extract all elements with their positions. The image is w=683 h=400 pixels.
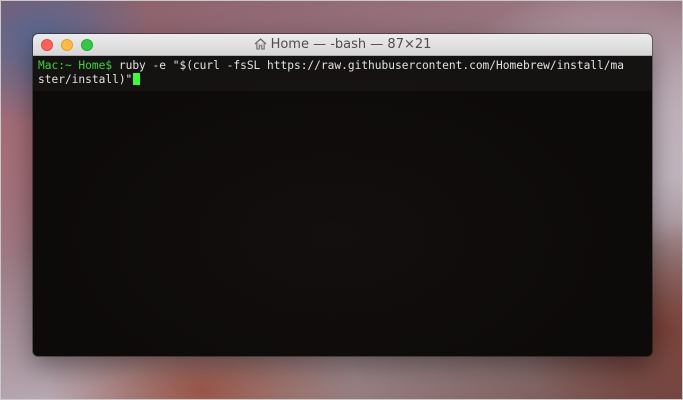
- home-icon: [254, 38, 267, 55]
- shell-prompt: Mac:~ Home$: [38, 59, 113, 72]
- window-title: Home — -bash — 87×21: [33, 37, 652, 55]
- desktop-background: Home — -bash — 87×21 Mac:~ Home$ ruby -e…: [0, 0, 683, 400]
- command-text-2: ster/install)": [38, 73, 133, 86]
- terminal-line-2: ster/install)": [38, 73, 648, 87]
- command-text-1: ruby -e "$(curl -fsSL https://raw.github…: [118, 59, 625, 72]
- text-cursor: [133, 73, 141, 85]
- terminal-content[interactable]: Mac:~ Home$ ruby -e "$(curl -fsSL https:…: [33, 56, 652, 356]
- title-bar[interactable]: Home — -bash — 87×21: [33, 34, 652, 56]
- window-title-text: Home — -bash — 87×21: [270, 37, 432, 52]
- terminal-window[interactable]: Home — -bash — 87×21 Mac:~ Home$ ruby -e…: [33, 34, 652, 356]
- terminal-line-1: Mac:~ Home$ ruby -e "$(curl -fsSL https:…: [38, 59, 648, 73]
